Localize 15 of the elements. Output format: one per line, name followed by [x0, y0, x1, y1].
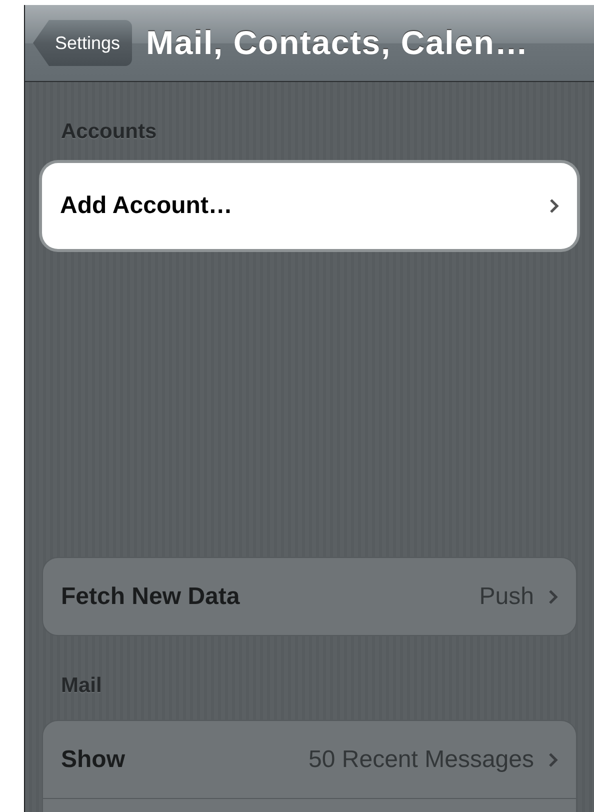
row-label: Show [61, 746, 125, 774]
row-value: 50 Recent Messages [308, 746, 534, 774]
settings-row[interactable]: Fetch New Data Push [42, 557, 577, 636]
chevron-icon [549, 198, 559, 214]
settings-row[interactable]: Show 50 Recent Messages [42, 720, 577, 799]
section-header: Accounts [60, 119, 158, 145]
chevron-icon [548, 588, 558, 604]
row-value: Push [479, 582, 534, 610]
chevron-icon [548, 752, 558, 768]
section-header: Mail [60, 673, 103, 699]
settings-row[interactable]: Add Account… [42, 163, 577, 249]
row-label: Fetch New Data [61, 582, 240, 610]
screen-title: Mail, Contacts, Calen… [146, 24, 529, 62]
back-button[interactable]: Settings [33, 20, 132, 66]
row-label: Add Account… [60, 192, 232, 220]
